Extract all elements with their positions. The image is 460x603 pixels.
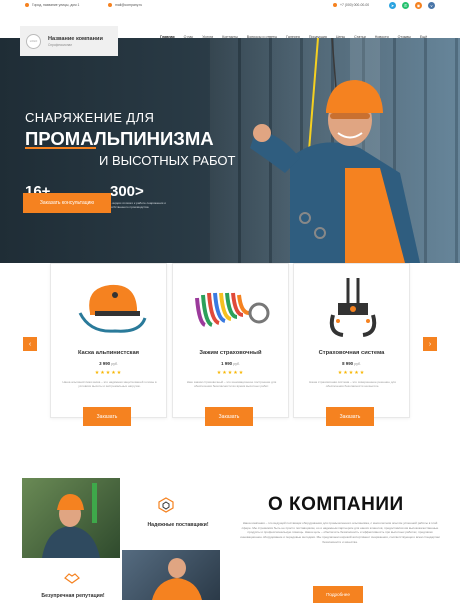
more-button[interactable]: Подробнее bbox=[313, 586, 363, 603]
hero-title-line1: СНАРЯЖЕНИЕ ДЛЯ bbox=[25, 110, 155, 125]
address-info: Город, название улицы, дом 1 bbox=[25, 3, 79, 7]
product-card: Страховочная система 8 990 руб. ★★★★★ На… bbox=[293, 263, 410, 426]
order-button[interactable]: Заказать bbox=[205, 407, 253, 426]
company-name: Название компании bbox=[48, 35, 103, 42]
product-title: Каска альпинистская bbox=[77, 350, 140, 356]
about-photo-team bbox=[22, 478, 120, 558]
product-desc: Наша страховочная система – это совершен… bbox=[309, 380, 396, 389]
vk-icon[interactable]: v bbox=[428, 2, 435, 9]
product-card: Зажим страховочный 1 990 руб. ★★★★★ Наш … bbox=[172, 263, 289, 426]
climber-illustration bbox=[250, 38, 420, 263]
top-bar: Город, название улицы, дом 1 mail@compan… bbox=[0, 0, 460, 12]
product-image-helmet bbox=[59, 270, 160, 342]
supplier-icon bbox=[158, 497, 174, 513]
order-button[interactable]: Заказать bbox=[326, 407, 374, 426]
product-image-harness bbox=[302, 270, 403, 342]
feature-reputation: Безупречная репутация! bbox=[41, 593, 105, 599]
logo-icon: LOGO bbox=[26, 33, 41, 49]
mail-icon bbox=[108, 3, 112, 7]
consultation-button[interactable]: Заказать консультацию bbox=[23, 193, 111, 213]
product-price: 8 990 руб. bbox=[342, 361, 361, 366]
product-desc: Наша альпинистская каска – это надёжная … bbox=[62, 380, 157, 389]
social-links: ➤ ✆ ◉ v bbox=[389, 2, 435, 9]
product-price: 3 990 руб. bbox=[99, 361, 118, 366]
email-info[interactable]: mail@company.ru bbox=[108, 3, 142, 7]
location-icon bbox=[25, 3, 29, 7]
whatsapp-icon[interactable]: ✆ bbox=[402, 2, 409, 9]
product-desc: Наш зажим страховочный – это инновационн… bbox=[186, 380, 277, 389]
about-title: О КОМПАНИИ bbox=[268, 494, 404, 515]
logo-block[interactable]: LOGO Название компании Спрофессионал bbox=[20, 26, 118, 56]
company-tagline: Спрофессионал bbox=[48, 42, 73, 47]
about-text: Наша компания – это ведущий поставщик об… bbox=[240, 521, 440, 544]
rating-stars: ★★★★★ bbox=[216, 370, 245, 376]
product-card: Каска альпинистская 3 990 руб. ★★★★★ Наш… bbox=[50, 263, 167, 426]
ok-icon[interactable]: ◉ bbox=[415, 2, 422, 9]
phone-icon bbox=[333, 3, 337, 7]
order-button[interactable]: Заказать bbox=[83, 407, 131, 426]
product-title: Зажим страховочный bbox=[199, 350, 262, 356]
about-photo-worker bbox=[122, 550, 220, 600]
address-text: Город, название улицы, дом 1 bbox=[32, 3, 80, 7]
product-title: Страховочная система bbox=[318, 350, 385, 356]
stat-products-desc: ...видов готового к работе снаряжения и … bbox=[110, 201, 166, 209]
stat-products-number: 300> bbox=[110, 183, 144, 200]
phone-link[interactable]: +7 (000) 000-00-00 bbox=[340, 3, 369, 7]
carousel-next-arrow[interactable]: › bbox=[423, 337, 437, 351]
email-link[interactable]: mail@company.ru bbox=[115, 3, 142, 7]
rating-stars: ★★★★★ bbox=[337, 370, 366, 376]
rating-stars: ★★★★★ bbox=[94, 370, 123, 376]
feature-suppliers: Надежные поставщики! bbox=[147, 522, 209, 528]
handshake-icon bbox=[64, 573, 80, 584]
hero-title-line3: И ВЫСОТНЫХ РАБОТ bbox=[99, 153, 236, 168]
hero-banner: СНАРЯЖЕНИЕ ДЛЯ ПРОМАЛЬПИНИЗМА И ВЫСОТНЫХ… bbox=[0, 38, 460, 263]
product-price: 1 990 руб. bbox=[221, 361, 240, 366]
stat-products: 300> ...видов готового к работе снаряжен… bbox=[110, 183, 185, 210]
products-section: Каска альпинистская 3 990 руб. ★★★★★ Наш… bbox=[0, 263, 460, 433]
telegram-icon[interactable]: ➤ bbox=[389, 2, 396, 9]
carousel-prev-arrow[interactable]: ‹ bbox=[23, 337, 37, 351]
product-image-clamp bbox=[181, 270, 282, 342]
phone-info[interactable]: +7 (000) 000-00-00 bbox=[333, 3, 369, 7]
hero-title-line2: ПРОМАЛЬПИНИЗМА bbox=[25, 128, 214, 149]
